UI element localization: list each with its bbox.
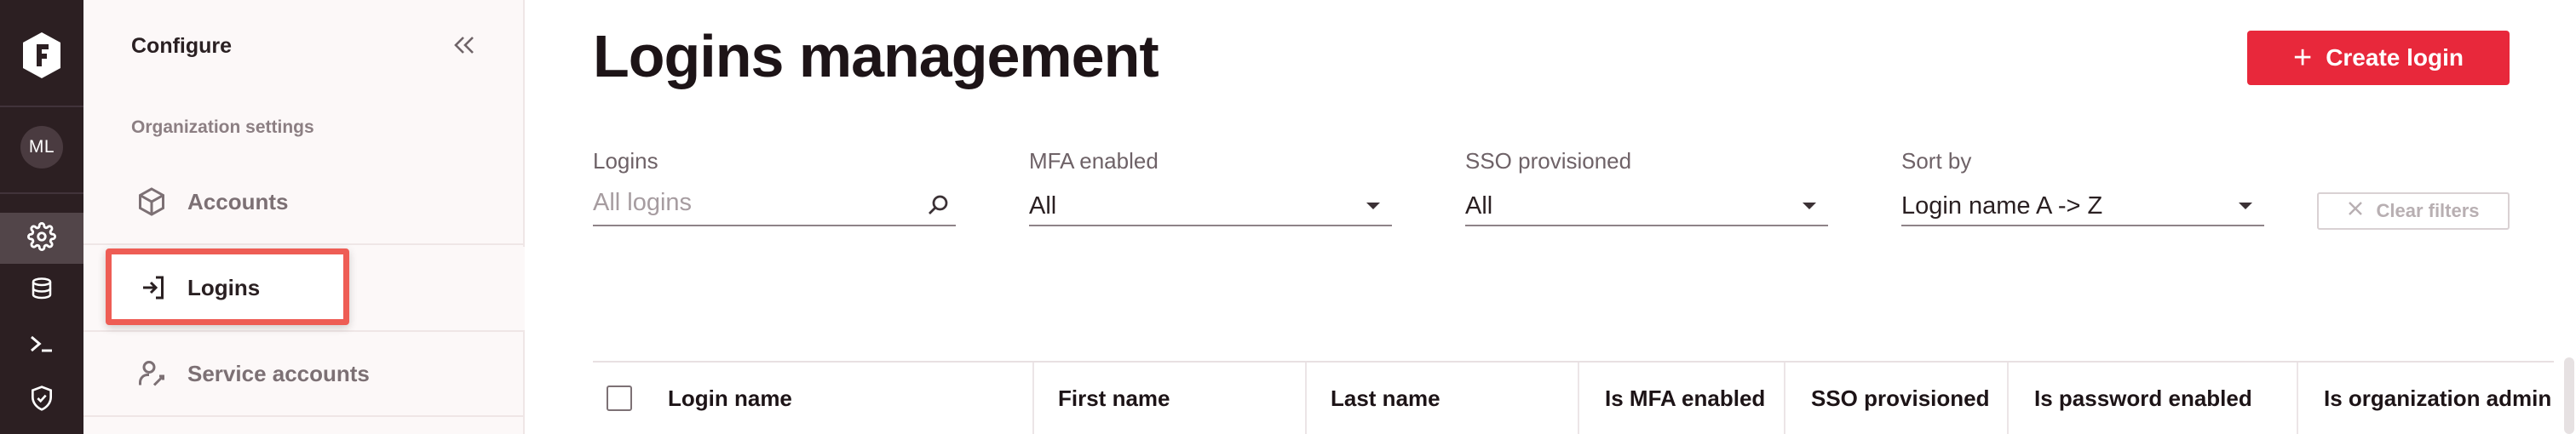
sidebar-item-label: Logins [187,274,261,300]
sso-filter-label: SSO provisioned [1465,148,1632,174]
sidebar-title: Configure [131,34,233,58]
rail-divider [0,106,83,107]
column-header-organization-admin[interactable]: Is organization admin [2298,363,2554,434]
main-content: Logins management + Create login Logins … [525,0,2576,434]
column-header-sso-provisioned[interactable]: SSO provisioned [1785,363,2009,434]
sso-provisioned-filter: SSO provisioned All [1465,148,1828,230]
column-header-mfa-enabled[interactable]: Is MFA enabled [1579,363,1785,434]
cube-icon [135,185,169,219]
search-icon[interactable] [925,192,951,222]
caret-down-icon [1803,203,1816,209]
settings-gear-icon [27,221,56,255]
mfa-filter-label: MFA enabled [1029,148,1159,174]
service-account-icon [135,357,169,391]
section-label-organization-settings: Organization settings [131,117,314,137]
sidebar-item-service-accounts[interactable]: Service accounts [83,332,525,417]
configure-sidebar: Configure Organization settings Accounts [83,0,525,434]
sort-by-label: Sort by [1901,148,1972,174]
collapse-sidebar-button[interactable] [450,32,479,61]
column-header-first-name[interactable]: First name [1034,363,1307,434]
double-chevron-left-icon [452,35,476,60]
rail-settings-button[interactable] [0,213,83,264]
select-all-checkbox[interactable] [607,385,632,411]
sidebar-item-label: Accounts [187,188,289,214]
clear-filters-label: Clear filters [2376,200,2480,221]
user-avatar[interactable]: ML [20,126,63,168]
logins-search-field [593,184,956,226]
column-header-password-enabled[interactable]: Is password enabled [2009,363,2298,434]
rail-database-button[interactable] [0,266,83,317]
caret-down-icon [1366,203,1380,209]
caret-down-icon [2239,203,2252,209]
rail-security-button[interactable] [0,374,83,425]
database-icon [29,277,55,306]
app-logo-icon[interactable] [20,31,63,80]
shield-check-icon [28,384,55,417]
logins-table-header: Login name First name Last name Is MFA e… [593,361,2554,434]
clear-filters-button[interactable]: Clear filters [2317,192,2510,230]
sort-by-select[interactable]: Login name A -> Z [1901,184,2264,226]
sso-provisioned-select[interactable]: All [1465,184,1828,226]
column-header-last-name[interactable]: Last name [1307,363,1579,434]
login-arrow-icon [136,271,170,305]
sso-selected-value: All [1465,192,1493,220]
mfa-enabled-select[interactable]: All [1029,184,1392,226]
sort-by-filter: Sort by Login name A -> Z [1901,148,2264,230]
table-scrollbar[interactable] [2564,357,2574,434]
column-header-login-name[interactable]: Login name [668,363,1034,434]
logins-search-input[interactable] [593,189,917,217]
select-all-cell [593,363,668,434]
mfa-selected-value: All [1029,192,1057,220]
mfa-enabled-filter: MFA enabled All [1029,148,1392,230]
plus-icon: + [2292,40,2313,76]
create-login-button[interactable]: + Create login [2247,31,2510,85]
sidebar-item-accounts[interactable]: Accounts [83,160,525,245]
close-icon [2347,200,2364,222]
sidebar-item-label: Service accounts [187,360,370,386]
page-title: Logins management [593,23,1159,89]
create-login-label: Create login [2326,44,2464,71]
terminal-icon [28,330,55,362]
rail-divider [0,192,83,194]
sort-selected-value: Login name A -> Z [1901,192,2103,220]
app-rail: ML [0,0,83,434]
logins-filter: Logins [593,148,956,230]
rail-terminal-button[interactable] [0,320,83,371]
logins-filter-label: Logins [593,148,658,174]
sidebar-item-logins-content: Logins [89,245,344,330]
